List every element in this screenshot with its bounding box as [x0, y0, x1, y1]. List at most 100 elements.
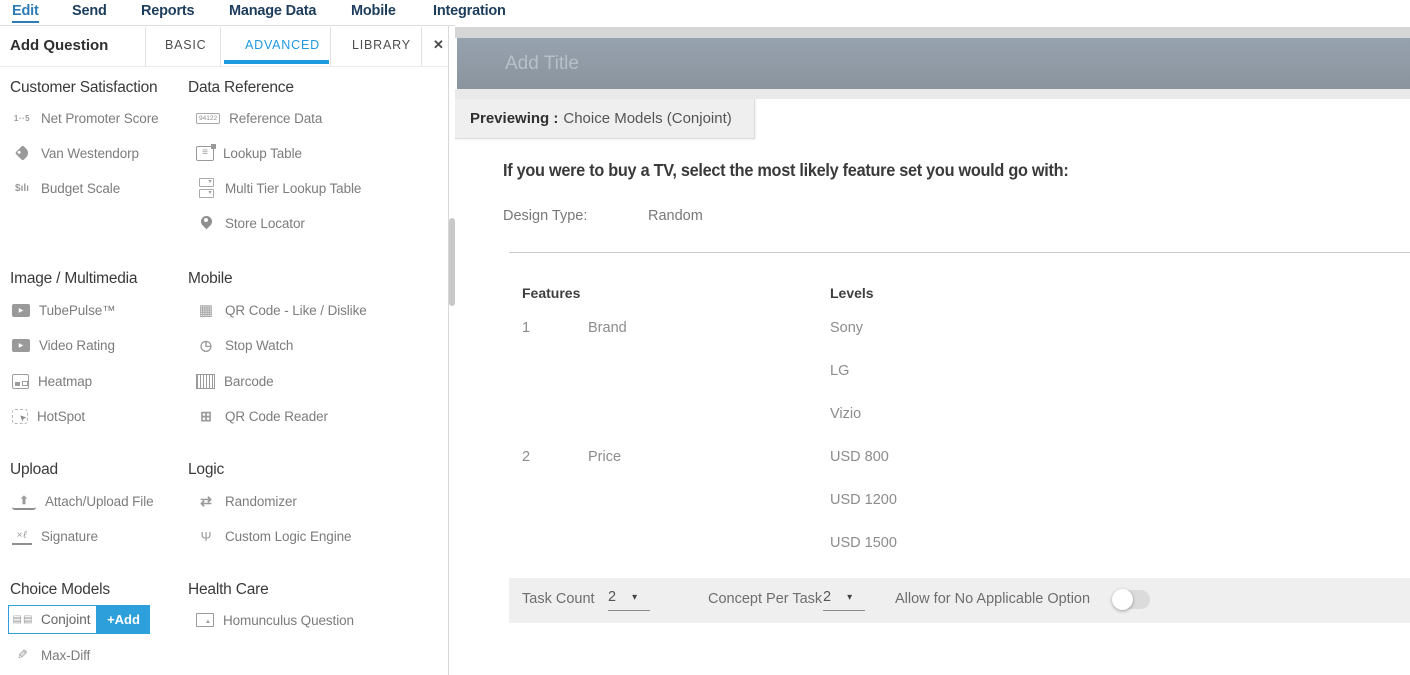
item-tubepulse[interactable]: TubePulse™: [12, 296, 116, 324]
level-value: USD 1500: [830, 535, 897, 551]
item-custom-logic-engine[interactable]: Custom Logic Engine: [196, 522, 351, 550]
item-label: HotSpot: [37, 409, 85, 424]
item-randomizer[interactable]: Randomizer: [196, 487, 297, 515]
video-film-icon: [12, 339, 30, 352]
item-label: Randomizer: [225, 494, 297, 509]
conjoint-icon: [13, 610, 33, 630]
tab-advanced[interactable]: ADVANCED: [245, 38, 320, 52]
store-locator-pin-icon: [196, 213, 216, 233]
add-title-input[interactable]: Add Title: [457, 38, 1410, 89]
nps-scale-icon: [12, 108, 32, 128]
item-net-promoter-score[interactable]: Net Promoter Score: [12, 104, 159, 132]
feature-name: Brand: [588, 320, 627, 336]
nav-reports[interactable]: Reports: [141, 3, 194, 19]
section-data-reference: Data Reference: [188, 79, 294, 97]
magic-wand-icon: [12, 645, 32, 665]
close-icon[interactable]: ✕: [433, 37, 444, 53]
homunculus-image-icon: [196, 613, 214, 627]
tab-separator: [330, 27, 331, 66]
preview-bottom-strip: [455, 89, 1410, 99]
price-tag-icon: [8, 139, 36, 167]
level-value: Sony: [830, 320, 863, 336]
item-max-diff[interactable]: Max-Diff: [12, 641, 90, 669]
item-label: Custom Logic Engine: [225, 529, 351, 544]
section-image-multimedia: Image / Multimedia: [10, 270, 137, 288]
nav-integration[interactable]: Integration: [433, 3, 506, 19]
item-label: Budget Scale: [41, 181, 120, 196]
item-conjoint-selected[interactable]: Conjoint: [8, 605, 97, 634]
item-reference-data[interactable]: 94122 Reference Data: [196, 104, 322, 132]
nav-edit[interactable]: Edit: [12, 3, 39, 23]
multi-tier-lookup-icon: [196, 178, 216, 198]
item-multi-tier-lookup-table[interactable]: Multi Tier Lookup Table: [196, 174, 361, 202]
logic-branch-icon: [196, 526, 216, 546]
item-label: Store Locator: [225, 216, 305, 231]
level-value: USD 1200: [830, 492, 897, 508]
item-heatmap[interactable]: Heatmap: [12, 367, 92, 395]
item-qr-code-like-dislike[interactable]: QR Code - Like / Dislike: [196, 296, 367, 324]
level-value: LG: [830, 363, 849, 379]
survey-editor-window: Edit Send Reports Manage Data Mobile Int…: [0, 0, 1410, 675]
section-customer-satisfaction: Customer Satisfaction: [10, 79, 157, 97]
qr-code-icon: [196, 300, 216, 320]
item-label: Homunculus Question: [223, 613, 354, 628]
item-label: Barcode: [224, 374, 274, 389]
previewing-badge: Previewing : Choice Models (Conjoint): [455, 99, 755, 139]
tab-library[interactable]: LIBRARY: [352, 38, 411, 52]
item-label: Van Westendorp: [41, 146, 139, 161]
previewing-value: Choice Models (Conjoint): [563, 110, 731, 127]
concept-per-task-label: Concept Per Task: [708, 591, 822, 607]
item-barcode[interactable]: Barcode: [196, 367, 274, 395]
no-applicable-option-label: Allow for No Applicable Option: [895, 591, 1090, 607]
item-qr-code-reader[interactable]: QR Code Reader: [196, 402, 328, 430]
item-attach-upload-file[interactable]: Attach/Upload File: [12, 487, 154, 515]
item-label: Conjoint: [41, 612, 91, 627]
item-label: Attach/Upload File: [45, 494, 154, 509]
stopwatch-icon: [196, 335, 216, 355]
add-conjoint-button[interactable]: +Add: [97, 605, 150, 634]
item-store-locator[interactable]: Store Locator: [196, 209, 305, 237]
panel-scrollbar-thumb[interactable]: [449, 218, 455, 306]
item-label: QR Code Reader: [225, 409, 328, 424]
reference-data-icon: 94122: [196, 113, 220, 124]
section-logic: Logic: [188, 461, 224, 479]
item-label: Max-Diff: [41, 648, 90, 663]
tab-separator: [145, 27, 146, 66]
levels-column-header: Levels: [830, 285, 874, 301]
nav-send[interactable]: Send: [72, 3, 107, 19]
panel-title: Add Question: [10, 37, 108, 54]
item-budget-scale[interactable]: Budget Scale: [12, 174, 120, 202]
tab-basic[interactable]: BASIC: [165, 38, 207, 52]
section-choice-models: Choice Models: [10, 581, 110, 599]
nav-manage-data[interactable]: Manage Data: [229, 3, 316, 19]
active-tab-underline: [224, 60, 329, 64]
item-label: Net Promoter Score: [41, 111, 159, 126]
tab-separator: [220, 27, 221, 66]
item-video-rating[interactable]: Video Rating: [12, 331, 115, 359]
feature-row-number: 1: [522, 320, 530, 336]
item-lookup-table[interactable]: Lookup Table: [196, 139, 302, 167]
item-homunculus-question[interactable]: Homunculus Question: [196, 606, 354, 634]
item-van-westendorp[interactable]: Van Westendorp: [12, 139, 139, 167]
item-stop-watch[interactable]: Stop Watch: [196, 331, 293, 359]
hotspot-cursor-icon: [12, 409, 28, 424]
item-label: QR Code - Like / Dislike: [225, 303, 367, 318]
chevron-down-icon: ▾: [632, 592, 637, 603]
task-count-select[interactable]: 2 ▾: [608, 589, 650, 611]
section-mobile: Mobile: [188, 270, 232, 288]
toggle-knob: [1112, 589, 1133, 610]
concept-per-task-select[interactable]: 2 ▾: [823, 589, 865, 611]
item-signature[interactable]: Signature: [12, 522, 98, 550]
upload-icon: [12, 492, 36, 510]
nav-mobile[interactable]: Mobile: [351, 3, 396, 19]
item-hotspot[interactable]: HotSpot: [12, 402, 85, 430]
design-type-value: Random: [648, 208, 703, 224]
item-label: Lookup Table: [223, 146, 302, 161]
budget-scale-icon: [12, 178, 32, 198]
barcode-icon: [196, 374, 215, 389]
item-label: Multi Tier Lookup Table: [225, 181, 361, 196]
feature-row-number: 2: [522, 449, 530, 465]
no-applicable-option-toggle[interactable]: [1113, 590, 1150, 609]
chevron-down-icon: ▾: [847, 592, 852, 603]
video-film-icon: [12, 304, 30, 317]
